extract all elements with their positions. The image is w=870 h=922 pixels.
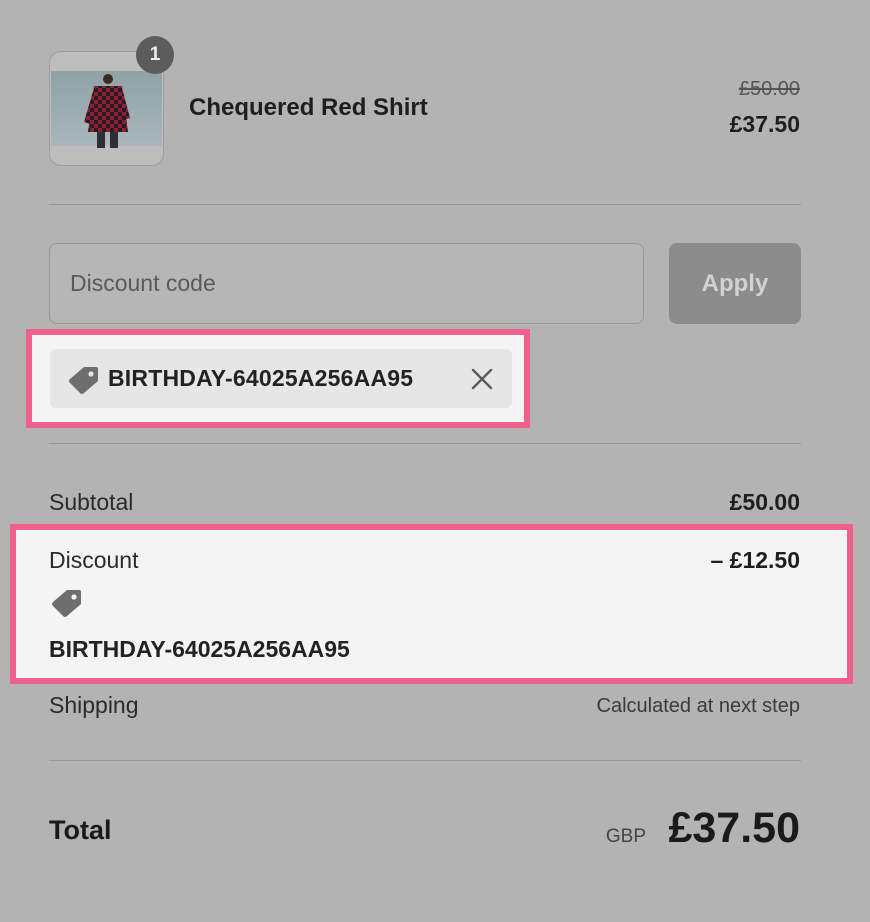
tag-icon [51, 588, 83, 623]
divider [49, 760, 801, 761]
product-name: Chequered Red Shirt [189, 94, 428, 121]
total-value: £37.50 [668, 804, 800, 852]
discounted-price: £37.50 [729, 111, 800, 137]
applied-code-highlight: BIRTHDAY-64025A256AA95 [26, 329, 530, 428]
divider [49, 443, 801, 444]
applied-discount-chip: BIRTHDAY-64025A256AA95 [50, 349, 512, 408]
divider [49, 204, 801, 205]
original-price: £50.00 [738, 78, 800, 100]
tag-icon [68, 365, 100, 400]
discount-label: Discount [49, 547, 139, 573]
discount-code-text: BIRTHDAY-64025A256AA95 [49, 636, 350, 662]
product-thumbnail: 1 [49, 36, 174, 166]
shipping-value: Calculated at next step [596, 695, 800, 717]
discount-value: – £12.50 [710, 547, 800, 573]
close-icon[interactable] [470, 367, 494, 396]
total-label: Total [49, 815, 112, 845]
subtotal-value: £50.00 [729, 489, 800, 515]
currency-code: GBP [605, 826, 646, 847]
discount-code-input[interactable] [49, 243, 644, 324]
shipping-label: Shipping [49, 692, 139, 718]
quantity-badge: 1 [136, 36, 174, 74]
apply-button[interactable]: Apply [669, 243, 801, 324]
discount-row-highlight: Discount – £12.50 BIRTHDAY-64025A256AA95 [10, 524, 853, 684]
applied-code-text: BIRTHDAY-64025A256AA95 [108, 365, 414, 391]
subtotal-label: Subtotal [49, 489, 134, 515]
